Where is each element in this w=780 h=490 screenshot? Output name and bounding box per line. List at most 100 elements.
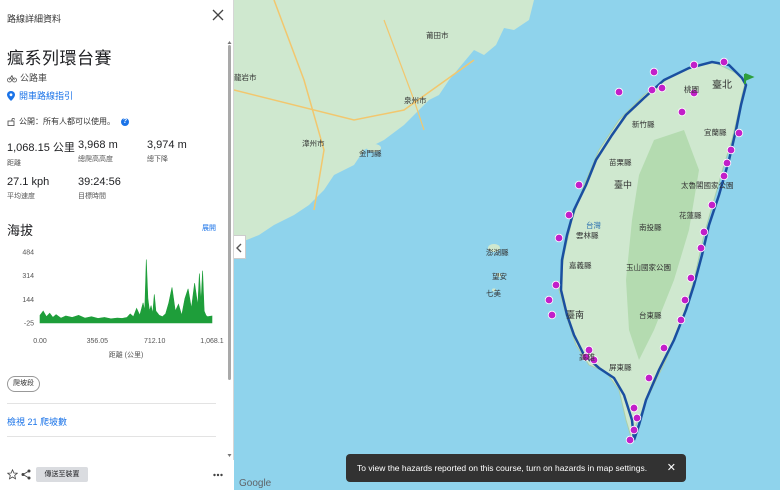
toast-message: To view the hazards reported on this cou…	[357, 463, 648, 473]
hazard-marker[interactable]	[647, 85, 657, 95]
elevation-chart[interactable]: 484 314 144 -25 0.00 356.05 712.10 1,068.1 距離 (公…	[0, 240, 234, 365]
elevation-area	[39, 259, 213, 324]
map-label: 新竹縣	[632, 119, 655, 129]
hazard-marker[interactable]	[632, 413, 642, 423]
divider	[7, 403, 216, 404]
climbs-chip[interactable]: 爬坡段	[7, 376, 40, 392]
map-label: 金門縣	[359, 148, 382, 158]
share-icon[interactable]	[21, 469, 31, 480]
hazard-marker[interactable]	[564, 210, 574, 220]
hazards-toast: To view the hazards reported on this cou…	[346, 454, 686, 482]
hazard-marker[interactable]	[734, 128, 744, 138]
hazard-marker[interactable]	[551, 280, 561, 290]
y-tick-label: 484	[22, 250, 34, 257]
unlock-icon	[7, 117, 15, 126]
map-label: 高雄	[579, 352, 595, 362]
map-label: 苗栗縣	[609, 157, 632, 167]
sport-label: 公路車	[20, 73, 48, 83]
x-axis-label: 距離 (公里)	[109, 350, 144, 359]
star-icon[interactable]	[7, 469, 18, 480]
view-climbs-link[interactable]: 檢視 21 爬坡數	[7, 415, 67, 428]
google-logo: Google	[239, 478, 272, 489]
hazard-marker[interactable]	[689, 60, 699, 70]
stat-avg-speed: 27.1 kph 平均速度	[7, 176, 49, 201]
chevron-left-icon	[236, 243, 242, 253]
stat-label: 目標時間	[78, 193, 106, 200]
stat-elevation-gain: 3,968 m 總爬高高度	[78, 139, 118, 164]
route-details-panel: 路線詳細資料 瘋系列環台賽 公路車 開車路線指引 公開：所有人都可以使用。 ? …	[0, 0, 234, 490]
x-tick-label: 1,068.1	[200, 338, 223, 345]
hazard-marker[interactable]	[707, 200, 717, 210]
access-info: 公開：所有人都可以使用。 ?	[7, 116, 129, 127]
hazard-marker[interactable]	[719, 57, 729, 67]
map-label: 望安	[492, 271, 507, 281]
stat-value: 3,968 m	[78, 139, 118, 151]
map-label: 桃園	[684, 84, 699, 94]
hazard-marker[interactable]	[677, 107, 687, 117]
hazard-marker[interactable]	[629, 425, 639, 435]
stat-label: 距離	[7, 160, 21, 167]
y-tick-label: 314	[22, 273, 34, 280]
x-tick-label: 356.05	[87, 338, 109, 345]
map-label: 臺北	[712, 78, 732, 91]
map-label: 莆田市	[426, 30, 449, 40]
hazard-marker[interactable]	[726, 145, 736, 155]
hazard-marker[interactable]	[659, 343, 669, 353]
stat-target-time: 39:24:56 目標時間	[78, 176, 121, 201]
hazard-marker[interactable]	[657, 83, 667, 93]
map-label: 漳州市	[302, 138, 325, 148]
expand-button[interactable]: 展開	[202, 223, 216, 233]
map-label: 臺中	[614, 179, 632, 190]
hazard-marker[interactable]	[547, 310, 557, 320]
hazard-marker[interactable]	[722, 158, 732, 168]
hazard-marker[interactable]	[629, 403, 639, 413]
route-title: 瘋系列環台賽	[7, 49, 112, 68]
hazard-marker[interactable]	[680, 295, 690, 305]
stat-label: 總爬高高度	[78, 156, 113, 163]
stat-value: 27.1 kph	[7, 176, 50, 188]
hazard-marker[interactable]	[719, 171, 729, 181]
y-tick-label: 144	[22, 297, 34, 304]
map-label: 南投縣	[639, 222, 662, 232]
stat-value: 3,974 m	[147, 139, 187, 151]
hazard-marker[interactable]	[649, 67, 659, 77]
hazard-marker[interactable]	[544, 295, 554, 305]
hazard-marker[interactable]	[574, 180, 584, 190]
hazard-marker[interactable]	[696, 243, 706, 253]
map-view[interactable]: 莆田市 龍岩市 泉州市 漳州市 金門縣 澎湖縣 望安 七美 桃園 臺北 新竹縣 …	[234, 0, 780, 490]
map-label: 龍岩市	[234, 72, 257, 82]
close-icon[interactable]	[211, 8, 225, 22]
access-label: 公開：所有人都可以使用。	[19, 117, 115, 126]
y-tick-label: -25	[24, 321, 34, 328]
navigate-label: 開車路線指引	[19, 91, 74, 101]
scrollbar-thumb[interactable]	[228, 45, 231, 380]
map-label: 嘉義縣	[569, 260, 592, 270]
hazard-marker[interactable]	[614, 87, 624, 97]
map-label: 臺南	[566, 309, 584, 320]
hazard-marker[interactable]	[676, 315, 686, 325]
map-label: 七美	[486, 288, 501, 298]
hazard-marker[interactable]	[554, 233, 564, 243]
stat-value: 1,068.15 公里	[7, 142, 75, 154]
map-label: 泉州市	[404, 95, 427, 105]
toast-close-button[interactable]: ✕	[667, 461, 676, 474]
location-pin-icon	[7, 90, 15, 101]
hazard-marker[interactable]	[644, 373, 654, 383]
help-icon[interactable]: ?	[121, 117, 129, 126]
panel-header: 路線詳細資料	[0, 0, 233, 32]
stat-distance: 1,068.15 公里 距離	[7, 139, 75, 168]
map-label: 屏東縣	[609, 362, 632, 372]
hazard-marker[interactable]	[699, 227, 709, 237]
map-canvas[interactable]: 莆田市 龍岩市 泉州市 漳州市 金門縣 澎湖縣 望安 七美 桃園 臺北 新竹縣 …	[234, 0, 780, 490]
map-label: 台灣	[586, 220, 601, 230]
collapse-panel-button[interactable]	[234, 235, 246, 259]
map-label: 澎湖縣	[486, 247, 509, 257]
hazard-marker[interactable]	[686, 273, 696, 283]
send-to-device-button[interactable]: 傳送至裝置	[36, 467, 88, 482]
stat-value: 39:24:56	[78, 176, 121, 188]
hazard-marker[interactable]	[625, 435, 635, 445]
map-label: 太魯閣國家公園	[681, 180, 734, 190]
navigate-link[interactable]: 開車路線指引	[7, 89, 73, 102]
map-label: 台東縣	[639, 310, 662, 320]
more-options-icon[interactable]	[213, 473, 223, 477]
